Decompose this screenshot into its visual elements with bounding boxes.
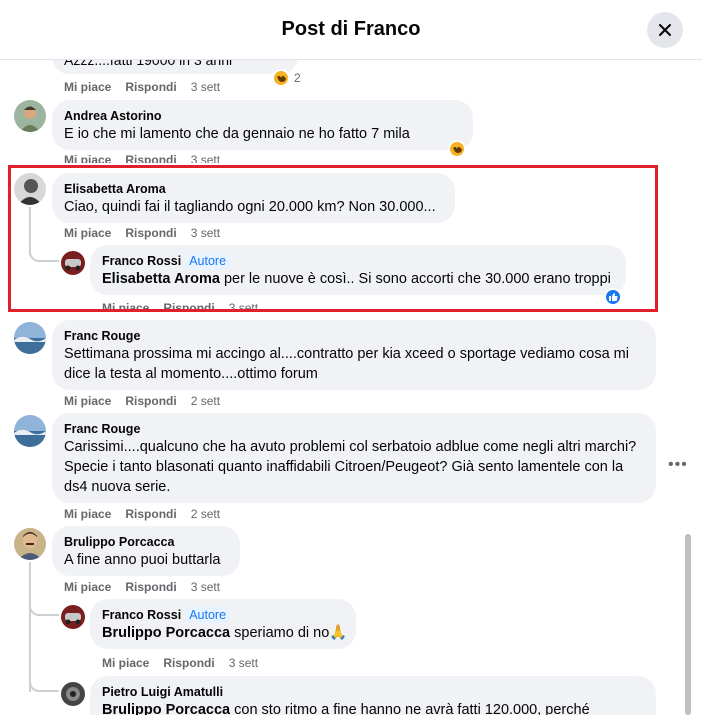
comment-author[interactable]: Pietro Luigi Amatulli <box>102 684 644 700</box>
like-link[interactable]: Mi piace <box>64 507 111 521</box>
reaction-summary[interactable]: 2 <box>272 69 301 87</box>
comment-author[interactable]: Brulippo Porcacca <box>64 534 228 550</box>
comment-author-line: Franco Rossi Autore <box>102 607 344 623</box>
avatar[interactable] <box>14 322 46 354</box>
comment-actions: Mi piace Rispondi 3 sett <box>102 656 272 670</box>
comment-body: con sto ritmo a fine hanno ne avrà fatti… <box>230 702 590 715</box>
comment-bubble: Brulippo Porcacca A fine anno puoi butta… <box>52 526 240 576</box>
comment-text: A fine anno puoi buttarla <box>64 552 221 568</box>
author-badge: Autore <box>185 607 231 623</box>
thread-connector <box>29 670 59 692</box>
reply-link[interactable]: Rispondi <box>125 580 176 594</box>
like-link[interactable]: Mi piace <box>64 80 111 94</box>
comment-text: Brulippo Porcacca speriamo di no🙏 <box>102 623 348 643</box>
timestamp: 3 sett <box>190 153 221 163</box>
comment-body: speriamo di no🙏 <box>230 625 348 641</box>
post-dialog: Azzz....fatti 19000 in 3 anni Mi piace Ri… <box>0 0 702 715</box>
comment-bubble: Franc Rouge Settimana prossima mi accing… <box>52 320 656 390</box>
comment-author[interactable]: Franco Rossi <box>102 608 181 622</box>
comment-bubble: Pietro Luigi Amatulli Brulippo Porcacca … <box>90 676 656 715</box>
timestamp: 3 sett <box>228 656 259 670</box>
thread-connector <box>29 594 59 616</box>
reply-link[interactable]: Rispondi <box>125 394 176 408</box>
avatar[interactable] <box>14 415 46 447</box>
reaction-summary[interactable] <box>448 140 466 158</box>
like-link[interactable]: Mi piace <box>64 580 111 594</box>
comment-author[interactable]: Franc Rouge <box>64 328 644 344</box>
comment-text: Brulippo Porcacca con sto ritmo a fine h… <box>102 700 644 715</box>
timestamp: 3 sett <box>190 80 221 94</box>
like-link[interactable]: Mi piace <box>102 656 149 670</box>
comment-text: Settimana prossima mi accingo al....cont… <box>64 346 629 382</box>
reaction-count: 2 <box>294 71 301 85</box>
highlight-box <box>8 165 658 312</box>
avatar[interactable] <box>14 100 46 132</box>
scrollbar-thumb[interactable] <box>685 534 691 715</box>
comment-text: E io che mi lamento che da gennaio ne ho… <box>64 126 410 142</box>
reply-link[interactable]: Rispondi <box>163 656 214 670</box>
timestamp: 2 sett <box>190 507 221 521</box>
comment-text: Carissimi....qualcuno che ha avuto probl… <box>64 439 637 495</box>
avatar[interactable] <box>61 682 85 706</box>
comment-bubble: Franc Rouge Carissimi....qualcuno che ha… <box>52 413 656 503</box>
dialog-header: Post di Franco <box>0 0 702 60</box>
timestamp: 3 sett <box>190 580 221 594</box>
laugh-reaction-icon <box>448 140 466 158</box>
timestamp: 2 sett <box>190 394 221 408</box>
close-icon <box>659 24 671 36</box>
comment-actions: Mi piace Rispondi 3 sett <box>64 580 234 594</box>
dialog-title: Post di Franco <box>281 18 421 40</box>
reply-link[interactable]: Rispondi <box>125 80 176 94</box>
avatar[interactable] <box>61 605 85 629</box>
comment-bubble: Andrea Astorino E io che mi lamento che … <box>52 100 473 150</box>
mention-link[interactable]: Brulippo Porcacca <box>102 702 230 715</box>
mention-link[interactable]: Brulippo Porcacca <box>102 625 230 641</box>
comment-actions: Mi piace Rispondi 2 sett <box>64 507 234 521</box>
like-link[interactable]: Mi piace <box>64 394 111 408</box>
like-link[interactable]: Mi piace <box>64 153 111 163</box>
avatar[interactable] <box>14 528 46 560</box>
reply-link[interactable]: Rispondi <box>125 507 176 521</box>
comment-actions: Mi piace Rispondi 3 sett <box>64 80 234 94</box>
reply-link[interactable]: Rispondi <box>125 153 176 163</box>
close-button[interactable] <box>647 12 683 48</box>
comment-bubble: Franco Rossi Autore Brulippo Porcacca spe… <box>90 599 356 649</box>
comment-actions: Mi piace Rispondi 2 sett <box>64 394 234 408</box>
comment-actions: Mi piace Rispondi 3 sett <box>64 153 234 163</box>
comment-author[interactable]: Andrea Astorino <box>64 108 461 124</box>
comment-author[interactable]: Franc Rouge <box>64 421 644 437</box>
laugh-reaction-icon <box>272 69 290 87</box>
